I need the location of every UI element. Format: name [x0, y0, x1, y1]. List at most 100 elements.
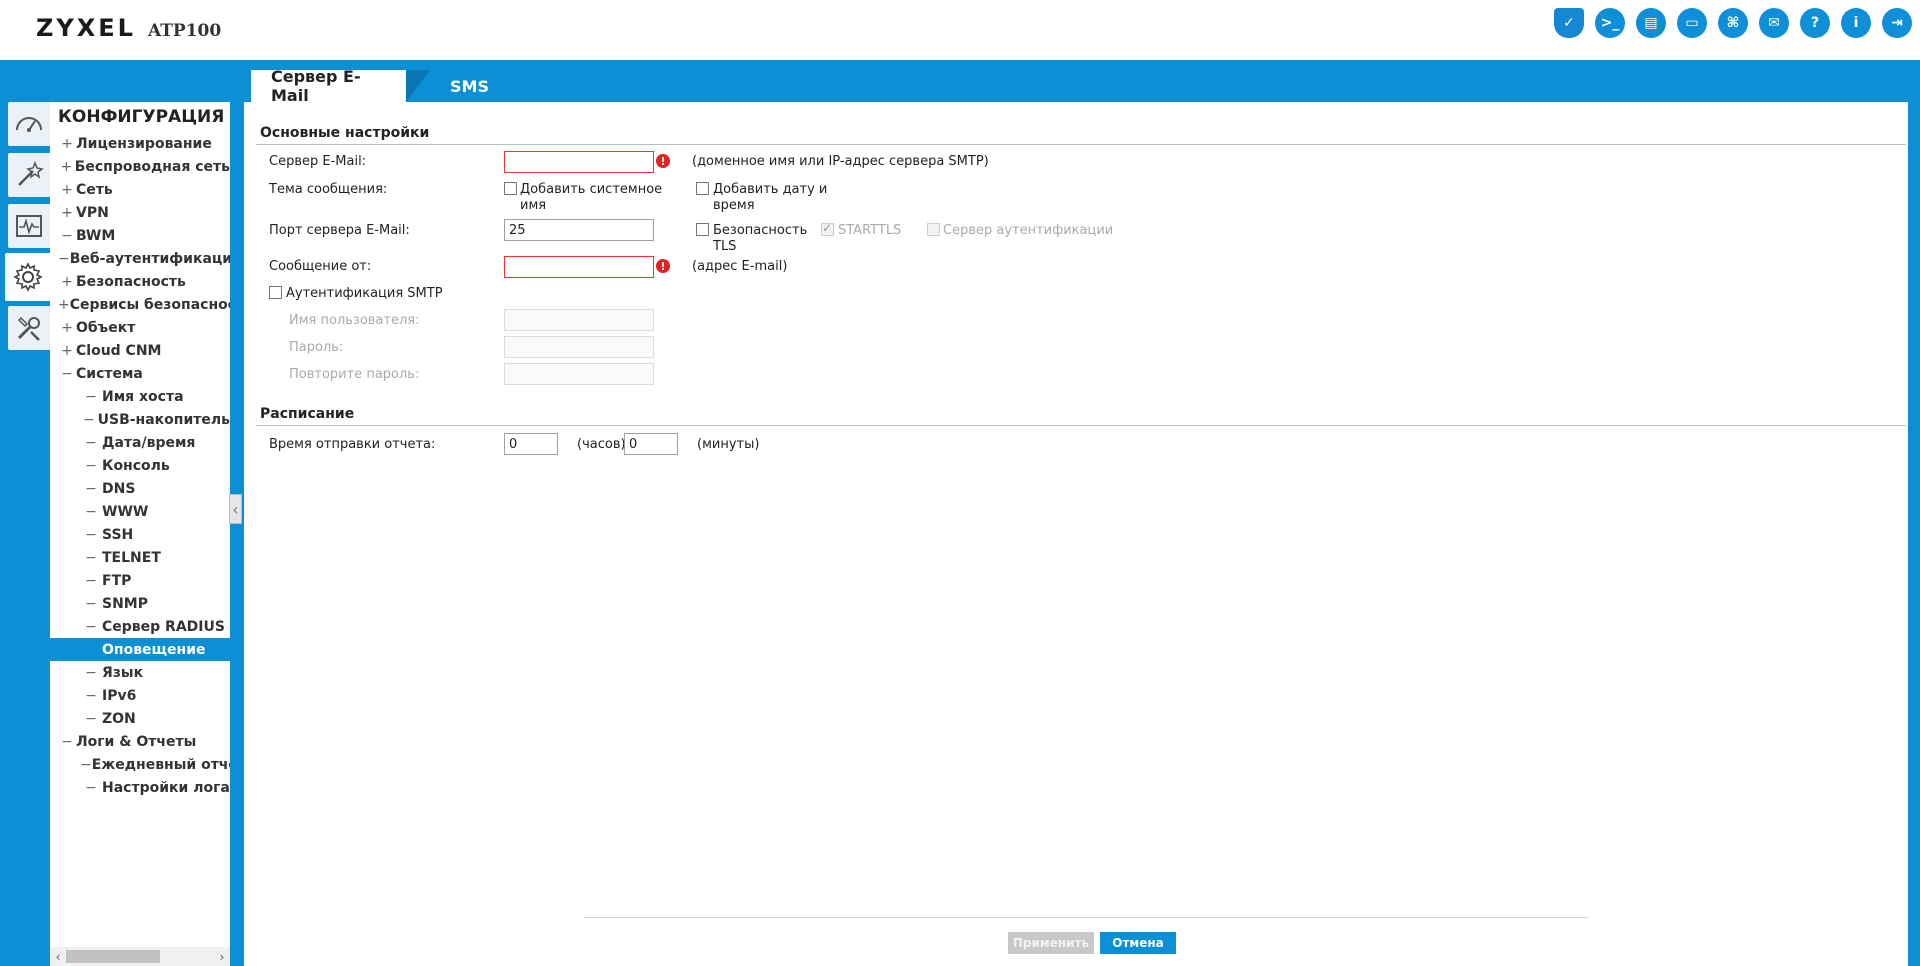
sitemap-icon[interactable]: ⌘	[1718, 8, 1748, 38]
nav-item[interactable]: + Сеть	[50, 178, 230, 201]
smtp-auth-checkbox[interactable]	[269, 286, 282, 299]
expand-icon[interactable]: +	[58, 136, 76, 152]
collapse-icon[interactable]: −	[80, 619, 102, 635]
nav-item[interactable]: + Лицензирование	[50, 132, 230, 155]
shield-icon[interactable]: ✓	[1554, 8, 1584, 38]
collapse-icon[interactable]: −	[80, 412, 98, 428]
collapse-icon[interactable]: −	[80, 642, 102, 658]
collapse-icon[interactable]: −	[58, 734, 76, 750]
username-input[interactable]	[504, 309, 654, 331]
starttls-checkbox[interactable]	[821, 221, 834, 236]
dashboard-icon[interactable]	[8, 102, 50, 146]
nav-item[interactable]: − Система	[50, 362, 230, 385]
collapse-icon[interactable]: −	[80, 665, 102, 681]
from-email-input[interactable]	[504, 256, 654, 278]
expand-icon[interactable]: +	[58, 159, 75, 175]
nav-item[interactable]: +Сервисы безопасности	[50, 293, 230, 316]
error-icon: !	[656, 259, 670, 273]
nav-item[interactable]: − Настройки лога	[50, 776, 230, 799]
nav-item[interactable]: − Язык	[50, 661, 230, 684]
tab-notch	[406, 70, 430, 102]
info-icon[interactable]: i	[1841, 8, 1871, 38]
nav-item[interactable]: + Безопасность	[50, 270, 230, 293]
nav-item[interactable]: − Сервер RADIUS	[50, 615, 230, 638]
nav-item[interactable]: − WWW	[50, 500, 230, 523]
configuration-gear-icon[interactable]	[5, 253, 51, 301]
nav-item[interactable]: −Ежедневный отчет	[50, 753, 230, 776]
from-label: Сообщение от:	[269, 259, 372, 274]
collapse-icon[interactable]: −	[80, 688, 102, 704]
cli-icon[interactable]: ▤	[1636, 8, 1666, 38]
window-icon[interactable]: ▭	[1677, 8, 1707, 38]
nav-item[interactable]: + VPN	[50, 201, 230, 224]
nav-item[interactable]: − Имя хоста	[50, 385, 230, 408]
email-server-input[interactable]	[504, 151, 654, 173]
cancel-button[interactable]: Отмена	[1100, 932, 1176, 954]
expand-icon[interactable]: +	[58, 205, 76, 221]
port-input[interactable]	[504, 219, 654, 241]
add-datetime-checkbox[interactable]	[696, 182, 709, 195]
tls-security-checkbox[interactable]	[696, 223, 709, 236]
tls-security-label-line1: Безопасность	[713, 223, 808, 238]
nav-item[interactable]: − USB-накопитель	[50, 408, 230, 431]
scroll-thumb[interactable]	[66, 950, 160, 963]
collapse-icon[interactable]: −	[80, 596, 102, 612]
expand-icon[interactable]: +	[58, 182, 76, 198]
nav-item[interactable]: + Объект	[50, 316, 230, 339]
nav-item[interactable]: + Cloud CNM	[50, 339, 230, 362]
wizard-icon[interactable]	[8, 153, 50, 197]
nav-item[interactable]: − Логи & Отчеты	[50, 730, 230, 753]
expand-icon[interactable]: +	[58, 297, 70, 313]
expand-icon[interactable]: +	[58, 274, 76, 290]
collapse-icon[interactable]: −	[80, 481, 102, 497]
monitor-icon[interactable]	[8, 204, 50, 248]
collapse-icon[interactable]: −	[58, 251, 70, 267]
expand-icon[interactable]: +	[58, 343, 76, 359]
nav-item[interactable]: − ZON	[50, 707, 230, 730]
collapse-icon[interactable]: −	[58, 366, 76, 382]
tab-sms[interactable]: SMS	[430, 70, 509, 102]
nav-item[interactable]: − IPv6	[50, 684, 230, 707]
console-icon[interactable]: >_	[1595, 8, 1625, 38]
password-input[interactable]	[504, 336, 654, 358]
nav-item[interactable]: − Дата/время	[50, 431, 230, 454]
collapse-icon[interactable]: −	[80, 527, 102, 543]
nav-item[interactable]: − SNMP	[50, 592, 230, 615]
help-icon[interactable]: ?	[1800, 8, 1830, 38]
add-system-name-checkbox[interactable]	[504, 182, 517, 195]
minutes-input[interactable]	[624, 433, 678, 455]
collapse-icon[interactable]: −	[80, 711, 102, 727]
nav-item[interactable]: − FTP	[50, 569, 230, 592]
maintenance-tools-icon[interactable]	[8, 306, 50, 350]
nav-item[interactable]: − DNS	[50, 477, 230, 500]
collapse-icon[interactable]: −	[80, 757, 92, 773]
nav-item[interactable]: − BWM	[50, 224, 230, 247]
nav-item[interactable]: − TELNET	[50, 546, 230, 569]
nav-horizontal-scrollbar[interactable]: ‹ ›	[50, 947, 230, 966]
nav-item[interactable]: − Оповещение	[50, 638, 230, 661]
nav-item[interactable]: − Веб-аутентификация	[50, 247, 230, 270]
collapse-panel-button[interactable]: ‹	[229, 494, 242, 524]
repeat-password-input[interactable]	[504, 363, 654, 385]
expand-icon[interactable]: +	[58, 320, 76, 336]
scroll-right-arrow-icon[interactable]: ›	[215, 948, 229, 965]
hours-input[interactable]	[504, 433, 558, 455]
scroll-left-arrow-icon[interactable]: ‹	[51, 948, 65, 965]
collapse-icon[interactable]: −	[80, 573, 102, 589]
nav-item[interactable]: − SSH	[50, 523, 230, 546]
apply-button[interactable]: Применить	[1008, 932, 1094, 954]
tab-email-server[interactable]: Сервер E-Mail	[251, 67, 406, 105]
collapse-icon[interactable]: −	[80, 504, 102, 520]
collapse-icon[interactable]: −	[80, 458, 102, 474]
chat-icon[interactable]: ✉	[1759, 8, 1789, 38]
nav-item[interactable]: + Беспроводная сеть	[50, 155, 230, 178]
collapse-icon[interactable]: −	[80, 389, 102, 405]
collapse-icon[interactable]: −	[58, 228, 76, 244]
nav-item-label: Беспроводная сеть	[74, 158, 230, 175]
auth-server-checkbox[interactable]	[927, 223, 940, 236]
collapse-icon[interactable]: −	[80, 780, 102, 796]
nav-item[interactable]: − Консоль	[50, 454, 230, 477]
collapse-icon[interactable]: −	[80, 550, 102, 566]
logout-icon[interactable]: ⇥	[1882, 8, 1912, 38]
collapse-icon[interactable]: −	[80, 435, 102, 451]
